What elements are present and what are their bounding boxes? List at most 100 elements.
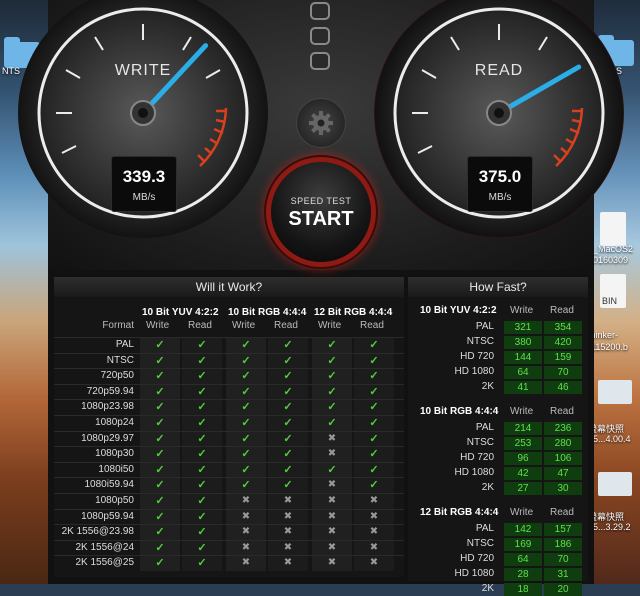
read-speed-cell: 280 [544,437,582,450]
desktop-label: BIN [602,296,618,306]
table-row: 2K 1556@23.98 ✓ ✓ ✖ ✖ ✖ ✖ [54,524,404,541]
write-speed-cell: 214 [504,422,542,435]
check-icon: ✓ [241,370,251,383]
read-speed-cell: 186 [544,538,582,551]
write-speed-cell: 27 [504,482,542,495]
read-speed-cell: 354 [544,321,582,334]
speed-group-header: 10 Bit YUV 4:2:2 [420,305,497,316]
check-icon: ✓ [155,401,165,414]
write-speed-cell: 64 [504,366,542,379]
check-icon: ✓ [155,354,165,367]
screenshot-icon[interactable] [598,380,632,404]
read-speed-cell: 47 [544,467,582,480]
cross-icon: ✖ [283,526,293,538]
check-icon: ✓ [197,495,207,507]
col-write-header: Write [510,507,534,518]
read-gauge: READ 375.0 MB/s [374,0,624,238]
check-icon: ✓ [197,479,207,492]
col-read-header: Read [188,320,212,331]
table-row: 1080p24 ✓ ✓ ✓ ✓ ✓ ✓ [54,415,404,431]
write-speed-cell: 64 [504,553,542,566]
check-icon: ✓ [197,354,207,367]
speed-row-label: PAL [475,321,494,332]
table-row: 1080p29.97 ✓ ✓ ✓ ✓ ✖ ✓ [54,430,404,447]
check-icon: ✓ [197,463,207,476]
cross-icon: ✖ [327,541,337,553]
check-icon: ✓ [197,448,207,461]
cross-icon: ✖ [241,541,251,553]
table-row: 720p50 ✓ ✓ ✓ ✓ ✓ ✓ [54,368,404,385]
cross-icon: ✖ [369,495,379,506]
check-icon: ✓ [327,339,337,351]
check-icon: ✓ [327,417,337,429]
read-speed-cell: 70 [544,366,582,379]
check-icon: ✓ [155,339,165,351]
window-control-icon[interactable] [310,2,330,20]
format-label: PAL [115,339,134,350]
check-icon: ✓ [241,354,251,367]
speed-row-label: 2K [481,381,494,392]
col-write-header: Write [318,320,342,331]
settings-button[interactable] [296,98,346,148]
desktop-label: 05...4.00.4 [588,434,631,444]
check-icon: ✓ [197,370,207,383]
disk-speed-test-window: WRITE 339.3 MB/s READ 375.0 MB/s SPEED T… [18,0,624,596]
cross-icon: ✖ [327,495,337,506]
write-speed-cell: 18 [504,583,542,596]
check-icon: ✓ [155,479,165,492]
write-speed-cell: 42 [504,467,542,480]
cross-icon: ✖ [283,541,293,553]
check-icon: ✓ [283,354,293,367]
check-icon: ✓ [283,448,293,461]
gear-icon [309,111,333,135]
check-icon: ✓ [241,463,251,476]
check-icon: ✓ [197,432,207,445]
check-icon: ✓ [327,385,337,398]
check-icon: ✓ [241,479,251,492]
speed-row-label: NTSC [466,336,494,347]
table-row: 720p59.94 ✓ ✓ ✓ ✓ ✓ ✓ [54,383,404,400]
col-read-header: Read [360,320,384,331]
format-label: 1080p29.97 [81,432,134,444]
check-icon: ✓ [197,557,207,570]
format-label: 1080p23.98 [81,401,134,413]
write-speed-cell: 321 [504,321,542,334]
format-label: 1080p30 [95,448,134,460]
check-icon: ✓ [197,385,207,398]
table-row: 1080p30 ✓ ✓ ✓ ✓ ✖ ✓ [54,446,404,463]
group-header: 10 Bit RGB 4:4:4 [228,307,307,318]
cross-icon: ✖ [327,526,337,538]
write-speed-cell: 28 [504,568,542,581]
speed-row-label: 2K [481,583,494,594]
will-it-work-panel: 10 Bit YUV 4:2:2 10 Bit RGB 4:4:4 12 Bit… [54,297,404,577]
group-header: 10 Bit YUV 4:2:2 [142,307,219,318]
screenshot-icon[interactable] [598,472,632,496]
format-label: 1080p50 [95,495,134,506]
start-speed-test-button[interactable]: SPEED TEST START [271,162,371,262]
check-icon: ✓ [369,417,379,429]
speed-row-label: PAL [475,523,494,534]
cross-icon: ✖ [369,541,379,553]
window-control-icon[interactable] [310,52,330,70]
check-icon: ✓ [369,354,379,367]
check-icon: ✓ [155,463,165,476]
format-header: Format [102,320,134,331]
write-gauge: WRITE 339.3 MB/s [18,0,268,238]
cross-icon: ✖ [241,495,251,506]
check-icon: ✓ [155,385,165,398]
table-row: PAL ✓ ✓ ✓ ✓ ✓ ✓ [54,337,404,353]
how-fast-panel: 10 Bit YUV 4:2:2 Write Read PAL 321 354 NTSC 38… [408,297,588,596]
check-icon: ✓ [155,526,165,539]
cross-icon: ✖ [283,495,293,506]
check-icon: ✓ [155,495,165,507]
read-speed-cell: 46 [544,381,582,394]
format-label: 1080p24 [95,417,134,428]
check-icon: ✓ [283,401,293,414]
speed-row-label: 2K [481,482,494,493]
table-row: 1080p59.94 ✓ ✓ ✖ ✖ ✖ ✖ [54,508,404,525]
write-speed-cell: 96 [504,452,542,465]
write-speed-cell: 41 [504,381,542,394]
cross-icon: ✖ [327,448,337,460]
check-icon: ✓ [369,401,379,414]
window-control-icon[interactable] [310,27,330,45]
